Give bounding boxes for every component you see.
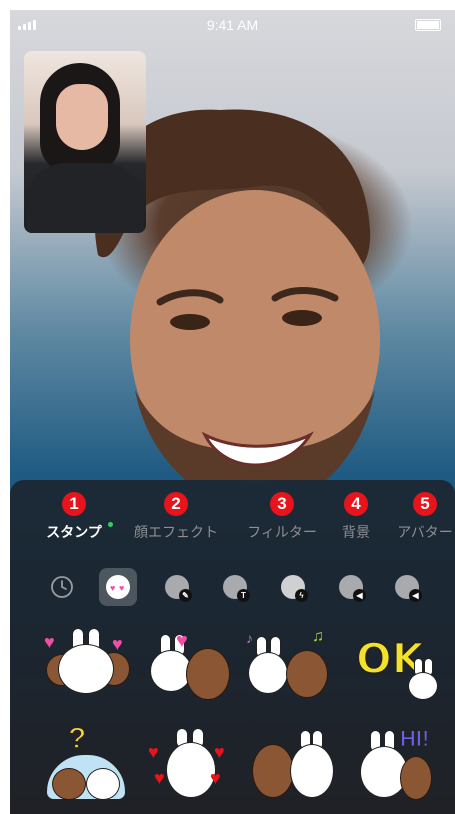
- cony-flash-pack-icon: ϟ: [281, 575, 308, 602]
- video-call-screen: 9:41 AM 1 スタンプ 2 顔エフェクト 3 フィルター 4 背景 5 ア…: [10, 10, 455, 814]
- sticker-brown-cony-question[interactable]: ?: [44, 721, 132, 806]
- sticker-brown-cony-crying[interactable]: [248, 728, 336, 806]
- heart-icon: ♥: [44, 632, 55, 652]
- status-time: 9:41 AM: [206, 17, 259, 33]
- question-mark: ?: [67, 721, 87, 756]
- brown-sound-pack-icon: ◀: [339, 575, 366, 602]
- sticker-cony-bunnies-hearts[interactable]: ♥ ♥: [42, 628, 130, 706]
- sticker-cony-brown-love[interactable]: ♥: [146, 628, 234, 706]
- pip-hoodie: [26, 163, 144, 233]
- brown-sound2-pack-icon: ◀: [395, 575, 422, 602]
- sticker-ok[interactable]: OK: [352, 628, 440, 706]
- tab-background[interactable]: 4 背景: [336, 492, 376, 540]
- music-note-icon: ♪: [246, 630, 253, 646]
- brown-bear: [400, 756, 432, 800]
- tab-label: スタンプ: [46, 524, 102, 540]
- bolt-icon: ϟ: [295, 589, 308, 602]
- brown-sound2-pack-button[interactable]: ◀: [388, 568, 426, 606]
- hi-text: HI!: [399, 726, 430, 752]
- brown-edit-pack-button[interactable]: ✎: [158, 568, 196, 606]
- cony-bunny: [248, 652, 288, 694]
- heart-icon: ♥: [112, 634, 123, 654]
- text-icon: T: [237, 589, 250, 602]
- sticker-cony-brown-music[interactable]: ♫ ♪: [246, 628, 334, 706]
- cony-bunny: [166, 742, 216, 798]
- cony-bunny: [290, 744, 334, 798]
- sticker-cony-hearts-rain[interactable]: ♥ ♥ ♥ ♥: [146, 728, 234, 806]
- cony-flash-pack-button[interactable]: ϟ: [274, 568, 312, 606]
- clock-icon: [51, 576, 73, 598]
- heart-icon: ♥: [176, 630, 188, 652]
- brown-bear: [252, 744, 294, 798]
- cony-pack-button[interactable]: ♥ ♥: [99, 568, 137, 606]
- heart-icon: ♥: [154, 768, 165, 788]
- brown-edit-pack-icon: ✎: [165, 575, 192, 602]
- heart-icon: ♥: [210, 768, 221, 788]
- new-indicator-dot: [108, 522, 113, 527]
- status-bar: 9:41 AM: [10, 10, 455, 40]
- man-right-eye: [282, 310, 322, 326]
- cony-bunny: [58, 644, 114, 694]
- brown-bear: [186, 648, 230, 700]
- heart-icon: ♥: [214, 742, 225, 762]
- effects-panel: 1 スタンプ 2 顔エフェクト 3 フィルター 4 背景 5 アバター ♥ ♥ …: [10, 480, 455, 814]
- brown-sound-pack-button[interactable]: ◀: [332, 568, 370, 606]
- music-note-icon: ♫: [312, 628, 324, 645]
- sticker-grid: ♥ ♥ ♥ ♫ ♪ OK ? ♥ ♥ ♥ ♥ HI!: [10, 628, 455, 814]
- tab-stamp[interactable]: 1 スタンプ: [42, 492, 113, 540]
- cony-bunny: [408, 672, 438, 700]
- pip-face: [56, 84, 108, 150]
- tab-label: フィルター: [247, 524, 317, 540]
- battery-icon: [415, 19, 441, 31]
- self-preview-video[interactable]: [24, 51, 146, 233]
- cony-bunny: [86, 768, 120, 800]
- brown-text-pack-button[interactable]: T: [216, 568, 254, 606]
- tab-label: アバター: [397, 524, 453, 540]
- recent-stickers-button[interactable]: [43, 568, 81, 606]
- heart-icon: ♥: [148, 742, 159, 762]
- brown-text-pack-icon: T: [223, 575, 250, 602]
- tab-avatar[interactable]: 5 アバター: [395, 492, 455, 540]
- tab-label: 背景: [342, 524, 370, 540]
- tab-number-badge: 2: [164, 492, 188, 516]
- pencil-icon: ✎: [179, 589, 192, 602]
- brown-bear: [52, 768, 86, 800]
- tab-face-effect[interactable]: 2 顔エフェクト: [128, 492, 224, 540]
- sticker-pack-selector: ♥ ♥ ✎ T ϟ ◀ ◀: [10, 564, 455, 612]
- effects-tabs: 1 スタンプ 2 顔エフェクト 3 フィルター 4 背景 5 アバター: [10, 480, 455, 548]
- tab-number-badge: 1: [62, 492, 86, 516]
- cony-pack-icon: ♥ ♥: [106, 575, 130, 599]
- sound-icon: ◀: [409, 589, 422, 602]
- tab-number-badge: 4: [344, 492, 368, 516]
- tab-label: 顔エフェクト: [134, 524, 218, 540]
- tab-number-badge: 5: [413, 492, 437, 516]
- sticker-cony-brown-hi[interactable]: HI!: [356, 726, 444, 806]
- man-left-eye: [170, 314, 210, 330]
- tab-filter[interactable]: 3 フィルター: [242, 492, 322, 540]
- brown-bear: [286, 650, 328, 698]
- sound-icon: ◀: [353, 589, 366, 602]
- tab-number-badge: 3: [270, 492, 294, 516]
